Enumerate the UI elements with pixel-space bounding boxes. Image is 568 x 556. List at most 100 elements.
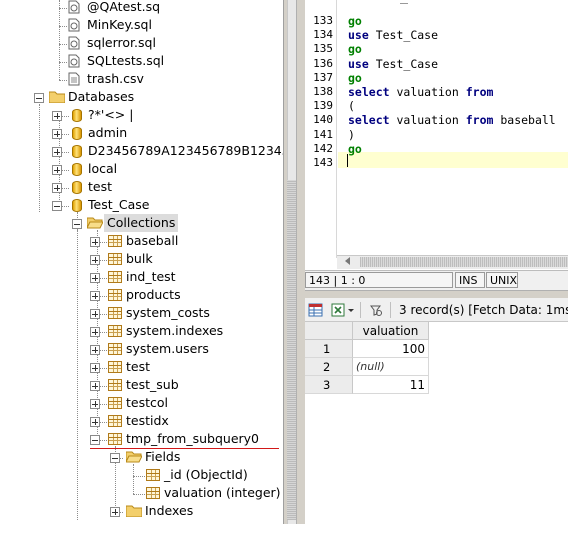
database-icon — [72, 163, 82, 176]
grid-corner[interactable] — [305, 322, 353, 340]
code-keyword: select — [348, 113, 390, 128]
expand-toggle[interactable] — [90, 327, 100, 337]
tree-collection-label: testcol — [126, 395, 168, 410]
code-line[interactable]: use Test_Case — [348, 57, 438, 71]
collection-table-icon — [108, 235, 122, 247]
export-excel-icon[interactable] — [330, 302, 346, 318]
code-keyword: use — [348, 28, 369, 43]
expand-toggle[interactable] — [90, 399, 100, 409]
code-line[interactable]: select valuation from baseball — [348, 113, 556, 127]
row-number[interactable]: 2 — [305, 358, 353, 376]
code-line[interactable]: ) — [348, 128, 355, 142]
code-text: Test_Case — [368, 28, 439, 43]
text-caret — [347, 154, 348, 167]
expand-toggle[interactable] — [52, 183, 62, 193]
editor-top-marker — [400, 0, 408, 4]
code-line[interactable]: ( — [348, 99, 355, 113]
open-folder-icon — [87, 217, 103, 229]
text-file-icon — [68, 72, 80, 86]
expand-toggle[interactable] — [90, 309, 100, 319]
tree-connector — [133, 476, 145, 477]
expand-toggle[interactable] — [90, 273, 100, 283]
expand-toggle[interactable] — [52, 165, 62, 175]
code-line[interactable]: go — [348, 14, 362, 28]
code-text: baseball — [493, 113, 556, 128]
column-header-valuation[interactable]: valuation — [353, 322, 429, 340]
row-number[interactable]: 3 — [305, 376, 353, 394]
line-ending[interactable]: UNIX — [486, 272, 518, 288]
code-text: valuation — [389, 113, 466, 128]
grid-cell-valuation[interactable]: 100 — [353, 340, 429, 358]
insert-mode[interactable]: INS — [455, 272, 485, 288]
tree-collection-label: ind_test — [126, 269, 176, 284]
expand-toggle[interactable] — [90, 417, 100, 427]
collection-table-icon — [108, 289, 122, 301]
folder-icon — [126, 505, 142, 517]
horizontal-splitter[interactable] — [305, 290, 568, 298]
collapse-toggle[interactable] — [110, 453, 120, 463]
expand-toggle[interactable] — [110, 507, 120, 517]
tree-scrollbar-thumb[interactable] — [287, 180, 296, 520]
scroll-left-arrow-icon[interactable] — [345, 257, 350, 265]
toolbar-separator — [360, 302, 361, 318]
tree-connector — [59, 26, 67, 27]
tree-field-label: _id (ObjectId) — [164, 467, 248, 482]
cursor-position: 143 | 1 : 0 — [305, 272, 453, 288]
expand-toggle[interactable] — [90, 255, 100, 265]
line-number: 133 — [313, 14, 333, 27]
code-line[interactable]: go — [348, 142, 362, 156]
code-line[interactable]: select valuation from — [348, 85, 493, 99]
database-icon — [72, 199, 82, 212]
expand-toggle[interactable] — [52, 147, 62, 157]
grid-cell-valuation[interactable]: (null) — [353, 358, 429, 376]
tree-collection-label: test — [126, 359, 151, 374]
code-keyword: go — [348, 141, 362, 156]
tree-file-label: MinKey.sql — [87, 17, 152, 32]
expand-toggle[interactable] — [52, 111, 62, 121]
tree-guide-line — [59, 0, 60, 80]
collection-table-icon — [108, 397, 122, 409]
code-line[interactable]: use Test_Case — [348, 28, 438, 42]
tree-collection-label: baseball — [126, 233, 179, 248]
current-line-highlight — [338, 152, 568, 168]
tree-database-label: local — [88, 161, 118, 176]
collapse-toggle[interactable] — [90, 435, 100, 445]
tree-collection-label: products — [126, 287, 181, 302]
code-line[interactable]: go — [348, 71, 362, 85]
tree-collection-label: system.users — [126, 341, 209, 356]
tree-connector — [59, 44, 67, 45]
row-number[interactable]: 1 — [305, 340, 353, 358]
editor-scrollbar-thumb[interactable] — [360, 257, 568, 267]
collection-table-icon — [108, 253, 122, 265]
expand-toggle[interactable] — [52, 129, 62, 139]
tree-database-label: admin — [88, 125, 128, 140]
line-number: 139 — [313, 99, 333, 113]
tree-collection-label: testidx — [126, 413, 169, 428]
expand-toggle[interactable] — [90, 345, 100, 355]
chevron-down-icon[interactable] — [346, 302, 356, 318]
fetch-info: 3 record(s) [Fetch Data: 1ms] — [399, 303, 568, 317]
expand-toggle[interactable] — [90, 237, 100, 247]
grid-view-icon[interactable] — [308, 302, 324, 318]
expand-toggle[interactable] — [90, 381, 100, 391]
collection-table-icon — [108, 343, 122, 355]
database-icon — [72, 181, 82, 194]
code-keyword: select — [348, 85, 390, 99]
grid-cell-valuation[interactable]: 11 — [353, 376, 429, 394]
tree-connector — [59, 80, 67, 81]
collapse-toggle[interactable] — [52, 201, 62, 211]
expand-toggle[interactable] — [90, 363, 100, 373]
line-number: 134 — [313, 28, 333, 42]
line-number: 137 — [313, 70, 333, 84]
line-number: 136 — [313, 56, 333, 70]
collapse-toggle[interactable] — [34, 93, 44, 103]
sql-file-icon — [68, 36, 80, 50]
code-line[interactable]: go — [348, 42, 362, 56]
tree-guide-line — [59, 112, 60, 208]
collapse-toggle[interactable] — [72, 219, 82, 229]
expand-toggle[interactable] — [90, 291, 100, 301]
object-tree[interactable]: @QAtest.sq MinKey.sql sqlerror.sql SQLte… — [0, 0, 283, 524]
tree-fields-label: Fields — [145, 449, 181, 464]
collection-table-icon — [108, 433, 122, 445]
filter-icon[interactable] — [368, 302, 384, 318]
